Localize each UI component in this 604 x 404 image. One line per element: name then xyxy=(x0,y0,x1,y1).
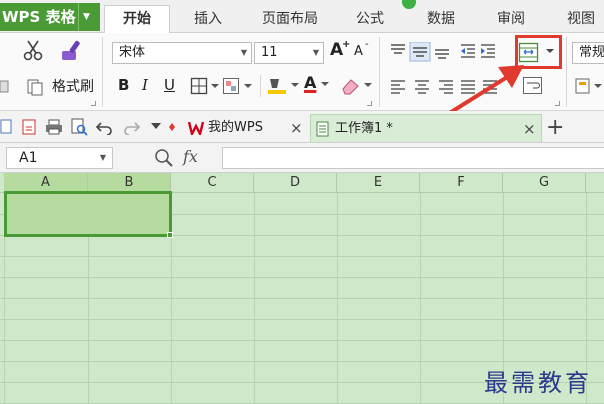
tab-workbook-label: 工作簿1 * xyxy=(335,121,393,136)
spreadsheet-grid[interactable]: A B C D E F G 最需教育 xyxy=(0,173,604,404)
indent-increase-icon xyxy=(481,44,495,58)
font-name-select[interactable]: 宋体 ▼ xyxy=(112,42,252,64)
new-tab-button[interactable]: + xyxy=(546,114,566,142)
selected-range-a1-b2[interactable] xyxy=(4,191,172,237)
customize-icon[interactable] xyxy=(150,121,180,135)
app-menu-dropdown-icon[interactable]: ▼ xyxy=(83,3,90,31)
insert-function-button[interactable]: fx xyxy=(183,148,198,166)
font-size-select[interactable]: 11 ▼ xyxy=(254,42,324,64)
column-header-c[interactable]: C xyxy=(171,173,254,193)
bold-button[interactable]: B xyxy=(118,76,129,94)
column-header-d[interactable]: D xyxy=(254,173,337,193)
close-icon[interactable]: × xyxy=(523,115,536,143)
clipboard-dialog-launcher[interactable] xyxy=(91,101,96,106)
ribbon-separator xyxy=(102,37,103,107)
watermark: 最需教育 xyxy=(484,369,592,397)
align-top-icon xyxy=(391,44,405,54)
shrink-font-button[interactable]: A xyxy=(354,43,363,61)
grow-font-plus-icon: + xyxy=(342,39,351,50)
app-menu-button[interactable]: WPS 表格 ▼ xyxy=(0,3,100,31)
ribbon-separator xyxy=(379,37,380,107)
column-line xyxy=(337,193,338,404)
row-line xyxy=(0,277,604,278)
formula-input[interactable] xyxy=(222,147,604,169)
wps-window: WPS 表格 ▼ 开始 插入 页面布局 公式 数据 审阅 视图 格式刷 宋体 ▼… xyxy=(0,0,604,404)
tab-workbook-1[interactable]: 工作簿1 * × xyxy=(310,114,542,142)
tab-view[interactable]: 视图 xyxy=(558,6,604,33)
font-dialog-launcher[interactable] xyxy=(367,101,372,106)
row-line xyxy=(0,298,604,299)
tab-formula[interactable]: 公式 xyxy=(347,6,393,33)
indent-decrease-icon xyxy=(461,44,475,58)
tab-insert[interactable]: 插入 xyxy=(185,6,231,33)
tab-data[interactable]: 数据 xyxy=(418,6,464,33)
underline-button[interactable]: U xyxy=(164,76,175,94)
fill-color-icon[interactable] xyxy=(266,76,300,96)
number-format-value: 常规 xyxy=(579,45,604,60)
tab-page-layout[interactable]: 页面布局 xyxy=(254,6,326,33)
app-menu-separator xyxy=(78,3,79,31)
align-bottom-icon xyxy=(435,49,449,59)
cell-reference: A1 xyxy=(19,150,38,166)
tab-review[interactable]: 审阅 xyxy=(488,6,534,33)
chevron-down-icon: ▼ xyxy=(240,48,247,57)
row-line xyxy=(0,256,604,257)
row-line xyxy=(0,361,604,362)
column-header-a[interactable]: A xyxy=(4,173,88,193)
formula-bar: A1 ▼ fx xyxy=(0,143,604,173)
notification-icon[interactable] xyxy=(402,0,416,9)
column-header-f[interactable]: F xyxy=(420,173,503,193)
sheet-icon xyxy=(316,121,329,137)
paste-icon[interactable] xyxy=(0,78,10,94)
column-header-row: A B C D E F G xyxy=(0,173,604,193)
font-color-button[interactable]: A xyxy=(304,74,316,92)
chevron-down-icon: ▼ xyxy=(312,48,319,57)
cut-icon[interactable] xyxy=(22,39,44,61)
vertical-align-group xyxy=(391,42,495,62)
menu-bar: WPS 表格 ▼ 开始 插入 页面布局 公式 数据 审阅 视图 xyxy=(0,0,604,34)
name-box[interactable]: A1 ▼ xyxy=(6,147,113,169)
border-icon[interactable] xyxy=(190,77,220,95)
shrink-font-minus-icon: - xyxy=(365,39,369,50)
format-painter-label[interactable]: 格式刷 xyxy=(52,78,94,96)
format-painter-icon[interactable] xyxy=(60,37,86,63)
redo-icon[interactable] xyxy=(122,119,140,135)
column-header-g[interactable]: G xyxy=(503,173,586,193)
zoom-icon[interactable] xyxy=(154,148,174,168)
column-header-b[interactable]: B xyxy=(88,173,171,193)
print-preview-icon[interactable] xyxy=(70,118,88,136)
chevron-down-icon[interactable] xyxy=(320,81,330,89)
align-left-icon xyxy=(391,80,405,94)
conditional-format-icon[interactable] xyxy=(574,77,604,95)
ribbon-separator xyxy=(566,37,567,107)
eraser-icon[interactable] xyxy=(340,76,372,96)
copy-icon[interactable] xyxy=(26,78,44,96)
new-icon[interactable] xyxy=(0,119,12,135)
print-icon[interactable] xyxy=(45,118,63,136)
column-line xyxy=(254,193,255,404)
font-name-value: 宋体 xyxy=(119,45,146,60)
font-size-value: 11 xyxy=(261,45,278,60)
wps-logo-icon xyxy=(188,121,204,135)
row-line xyxy=(0,319,604,320)
close-icon[interactable]: × xyxy=(290,114,303,142)
ribbon-separator xyxy=(260,75,261,97)
column-header-e[interactable]: E xyxy=(337,173,420,193)
alignment-dialog-launcher[interactable] xyxy=(555,101,560,106)
app-name: WPS 表格 xyxy=(2,8,76,26)
column-line xyxy=(420,193,421,404)
export-pdf-icon[interactable] xyxy=(20,118,38,136)
chevron-down-icon[interactable]: ▼ xyxy=(100,148,106,168)
undo-icon[interactable] xyxy=(96,119,114,135)
italic-button[interactable]: I xyxy=(142,76,148,94)
tab-my-wps[interactable]: 我的WPS × xyxy=(184,114,310,142)
cell-style-icon[interactable] xyxy=(222,77,254,95)
align-center-icon xyxy=(415,80,429,94)
tab-home[interactable]: 开始 xyxy=(104,5,170,34)
row-line xyxy=(0,340,604,341)
tab-my-wps-label: 我的WPS xyxy=(208,120,263,135)
document-tab-bar: 我的WPS × 工作簿1 * × + xyxy=(0,111,604,143)
fill-handle[interactable] xyxy=(167,232,173,238)
number-format-select[interactable]: 常规 xyxy=(572,42,604,64)
